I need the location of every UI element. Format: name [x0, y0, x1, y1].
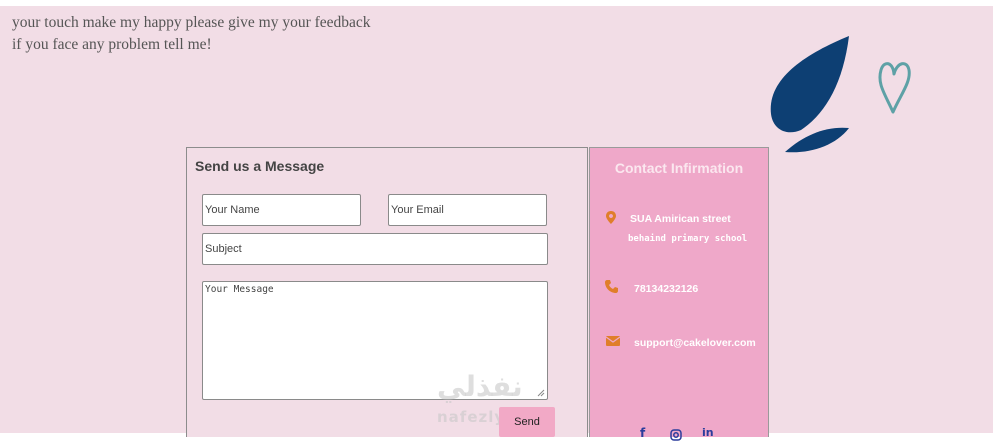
intro-text: your touch make my happy please give my … [12, 12, 371, 56]
contact-title: Contact Infirmation [614, 160, 744, 176]
email-address: support@cakelover.com [634, 337, 756, 349]
heart-outline [878, 62, 911, 114]
resize-handle-icon[interactable] [537, 389, 545, 397]
name-input[interactable]: Your Name [202, 194, 361, 226]
envelope-icon [606, 336, 620, 346]
page-background: your touch make my happy please give my … [0, 6, 993, 441]
instagram-icon[interactable] [670, 429, 682, 441]
phone-number: 78134232126 [634, 283, 699, 295]
location-icon [606, 211, 616, 224]
address-line-1: SUA Amirican street [630, 213, 731, 225]
message-placeholder: Your Message [205, 284, 274, 295]
email-placeholder: Your Email [391, 204, 444, 216]
intro-line-1: your touch make my happy please give my … [12, 14, 371, 31]
subject-placeholder: Subject [205, 243, 242, 255]
leaf-heart-decoration [770, 36, 911, 153]
name-placeholder: Your Name [205, 204, 260, 216]
form-title: Send us a Message [195, 158, 325, 174]
phone-icon [605, 280, 618, 293]
intro-line-2: if you face any problem tell me! [12, 36, 212, 53]
contact-information: Contact Infirmation SUA Amirican street … [589, 147, 769, 441]
address-line-2: behaind primary school [628, 234, 748, 244]
message-textarea[interactable]: Your Message [202, 281, 548, 400]
message-form: Send us a Message Your Name Your Email S… [186, 147, 588, 437]
email-input[interactable]: Your Email [388, 194, 547, 226]
facebook-icon[interactable]: f [640, 426, 645, 440]
leaf-shape [770, 36, 849, 133]
subject-input[interactable]: Subject [202, 233, 548, 265]
